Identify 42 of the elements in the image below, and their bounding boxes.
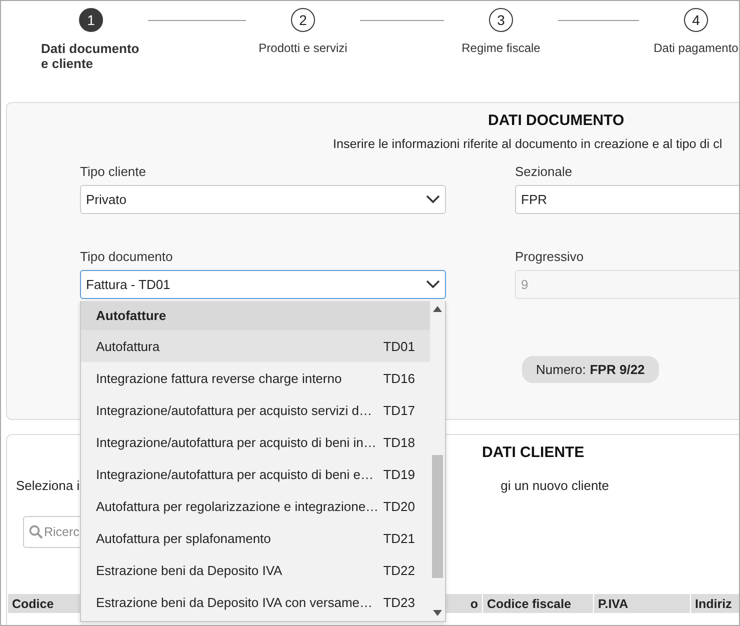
scroll-down-icon[interactable] (433, 610, 442, 616)
step-number[interactable]: 4 (684, 8, 708, 32)
input-field[interactable]: FPR (515, 185, 739, 214)
instruction-text: Seleziona i (16, 478, 80, 493)
step-label: Dati pagamento (654, 41, 738, 55)
column-header: Indiriz (695, 596, 732, 610)
menu-option[interactable]: Autofattura per regolarizzazione e integrazione… TD20 (81, 490, 430, 522)
step-number[interactable]: 1 (79, 8, 103, 32)
step-label: Regime fiscale (462, 41, 540, 55)
field-label: Sezionale (515, 164, 574, 179)
section-title: DATI DOCUMENTO (488, 112, 624, 131)
chevron-down-icon (426, 195, 440, 204)
column-header: P.IVA (598, 596, 628, 610)
menu-option[interactable]: Integrazione/autofattura per acquisto servizi d… TD17 (81, 394, 430, 426)
column-header: Codice (12, 596, 54, 610)
dropdown-field[interactable]: Fattura - TD01 (80, 270, 446, 299)
menu-option[interactable]: Autofattura per splafonamento TD21 (81, 522, 430, 554)
column-header: o (470, 596, 478, 610)
chevron-down-icon (426, 280, 440, 289)
group-header: Autofatture (81, 301, 430, 330)
scroll-up-icon[interactable] (433, 306, 442, 312)
section-title: DATI CLIENTE (482, 444, 584, 463)
section-description: Inserire le informazioni riferite al documento in creazione e al tipo di cl (333, 137, 722, 151)
scrollbar-thumb[interactable] (432, 455, 443, 578)
document-number: Numero: FPR 9/22 (522, 356, 659, 383)
menu-option[interactable]: Estrazione beni da Deposito IVA con versame… TD23 (81, 586, 430, 618)
search-icon (29, 525, 43, 539)
field-label: Tipo documento (80, 249, 174, 264)
menu-option[interactable]: Integrazione fattura reverse charge interno TD16 (81, 362, 430, 394)
step-number[interactable]: 3 (489, 8, 513, 32)
instruction-text: gi un nuovo cliente (500, 478, 610, 493)
column-header: Codice fiscale (487, 596, 572, 610)
menu-option[interactable]: Integrazione/autofattura per acquisto di beni e… TD19 (81, 458, 430, 490)
field-label: Tipo cliente (80, 164, 147, 179)
dropdown-field[interactable]: Privato (80, 185, 446, 214)
menu-option[interactable]: Integrazione/autofattura per acquisto di beni in… TD18 (81, 426, 430, 458)
menu-option[interactable]: Estrazione beni da Deposito IVA TD22 (81, 554, 430, 586)
step-label: Dati documento e cliente (41, 41, 140, 71)
field-label: Progressivo (515, 249, 585, 264)
step-number[interactable]: 2 (291, 8, 315, 32)
step-label: Prodotti e servizi (258, 41, 348, 55)
menu-option[interactable]: Autofattura TD01 (81, 330, 430, 362)
